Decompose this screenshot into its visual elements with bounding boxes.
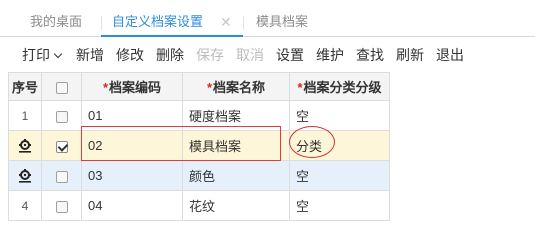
print-label: 打印 <box>22 47 50 63</box>
row-seq: 1 <box>8 100 42 131</box>
row-edit-cell[interactable] <box>8 130 42 161</box>
select-all-checkbox[interactable] <box>55 81 68 94</box>
column-header-classify[interactable]: *档案分类分级 <box>289 72 390 101</box>
table-row[interactable]: 1 01 硬度档案 空 <box>8 100 390 131</box>
tab-separator <box>101 16 102 30</box>
row-select-cell[interactable] <box>41 130 82 161</box>
cancel-button[interactable]: 取消 <box>236 37 264 73</box>
row-checkbox[interactable] <box>55 110 68 123</box>
table-header-row: 序号 *档案编码 *档案名称 *档案分类分级 <box>8 72 390 101</box>
row-checkbox-checked[interactable] <box>55 140 68 153</box>
tab-separator <box>243 16 244 30</box>
tab-bar: 我的桌面 自定义档案设置 ✕ 模具档案 <box>0 0 535 37</box>
edit-button[interactable]: 修改 <box>116 37 144 73</box>
cell-code[interactable]: 04 <box>81 190 183 221</box>
column-header-code[interactable]: *档案编码 <box>81 72 183 101</box>
gear-icon[interactable] <box>18 138 32 153</box>
table-row[interactable]: 03 颜色 空 <box>8 160 390 191</box>
delete-button[interactable]: 删除 <box>156 37 184 73</box>
cell-name[interactable]: 模具档案 <box>182 130 290 161</box>
required-mark: * <box>102 80 109 95</box>
cell-classify[interactable]: 分类 <box>289 130 390 161</box>
cell-code[interactable]: 01 <box>81 100 183 131</box>
row-checkbox[interactable] <box>55 200 68 213</box>
column-header-select[interactable] <box>41 72 82 101</box>
row-seq: 4 <box>8 190 42 221</box>
save-button[interactable]: 保存 <box>196 37 224 73</box>
chevron-down-icon <box>53 49 63 59</box>
cell-name[interactable]: 颜色 <box>182 160 290 191</box>
gear-icon[interactable] <box>18 168 32 183</box>
row-edit-cell[interactable] <box>8 160 42 191</box>
table-row[interactable]: 4 04 花纹 空 <box>8 190 390 221</box>
print-button[interactable]: 打印 <box>22 37 63 73</box>
refresh-button[interactable]: 刷新 <box>396 37 424 73</box>
close-tab-icon[interactable]: ✕ <box>220 0 232 37</box>
find-button[interactable]: 查找 <box>356 37 384 73</box>
required-mark: * <box>206 80 213 95</box>
tab-my-desktop[interactable]: 我的桌面 <box>30 0 82 37</box>
cell-code[interactable]: 02 <box>81 130 183 161</box>
cell-classify[interactable]: 空 <box>289 100 390 131</box>
required-mark: * <box>297 80 303 95</box>
column-header-name-label: 档案名称 <box>213 80 266 95</box>
column-header-code-label: 档案编码 <box>109 80 162 95</box>
row-select-cell[interactable] <box>41 160 82 191</box>
cell-code[interactable]: 03 <box>81 160 183 191</box>
add-button[interactable]: 新增 <box>76 37 104 73</box>
toolbar: 打印 新增 修改 删除 保存 取消 设置 维护 查找 刷新 退出 <box>0 37 535 73</box>
archive-table: 序号 *档案编码 *档案名称 *档案分类分级 1 01 硬度档案 空 02 模具… <box>8 72 390 221</box>
column-header-classify-label: 档案分类分级 <box>303 80 382 95</box>
tab-mold-archive[interactable]: 模具档案 <box>256 0 308 37</box>
column-header-seq: 序号 <box>8 72 42 101</box>
cell-name[interactable]: 花纹 <box>182 190 290 221</box>
column-header-name[interactable]: *档案名称 <box>182 72 290 101</box>
cell-classify[interactable]: 空 <box>289 190 390 221</box>
cell-classify[interactable]: 空 <box>289 160 390 191</box>
settings-button[interactable]: 设置 <box>276 37 304 73</box>
maintain-button[interactable]: 维护 <box>316 37 344 73</box>
cell-name[interactable]: 硬度档案 <box>182 100 290 131</box>
row-checkbox[interactable] <box>55 170 68 183</box>
tab-custom-archive-settings[interactable]: 自定义档案设置 <box>112 0 203 37</box>
row-select-cell[interactable] <box>41 190 82 221</box>
row-select-cell[interactable] <box>41 100 82 131</box>
exit-button[interactable]: 退出 <box>436 37 464 73</box>
table-row[interactable]: 02 模具档案 分类 <box>8 130 390 161</box>
